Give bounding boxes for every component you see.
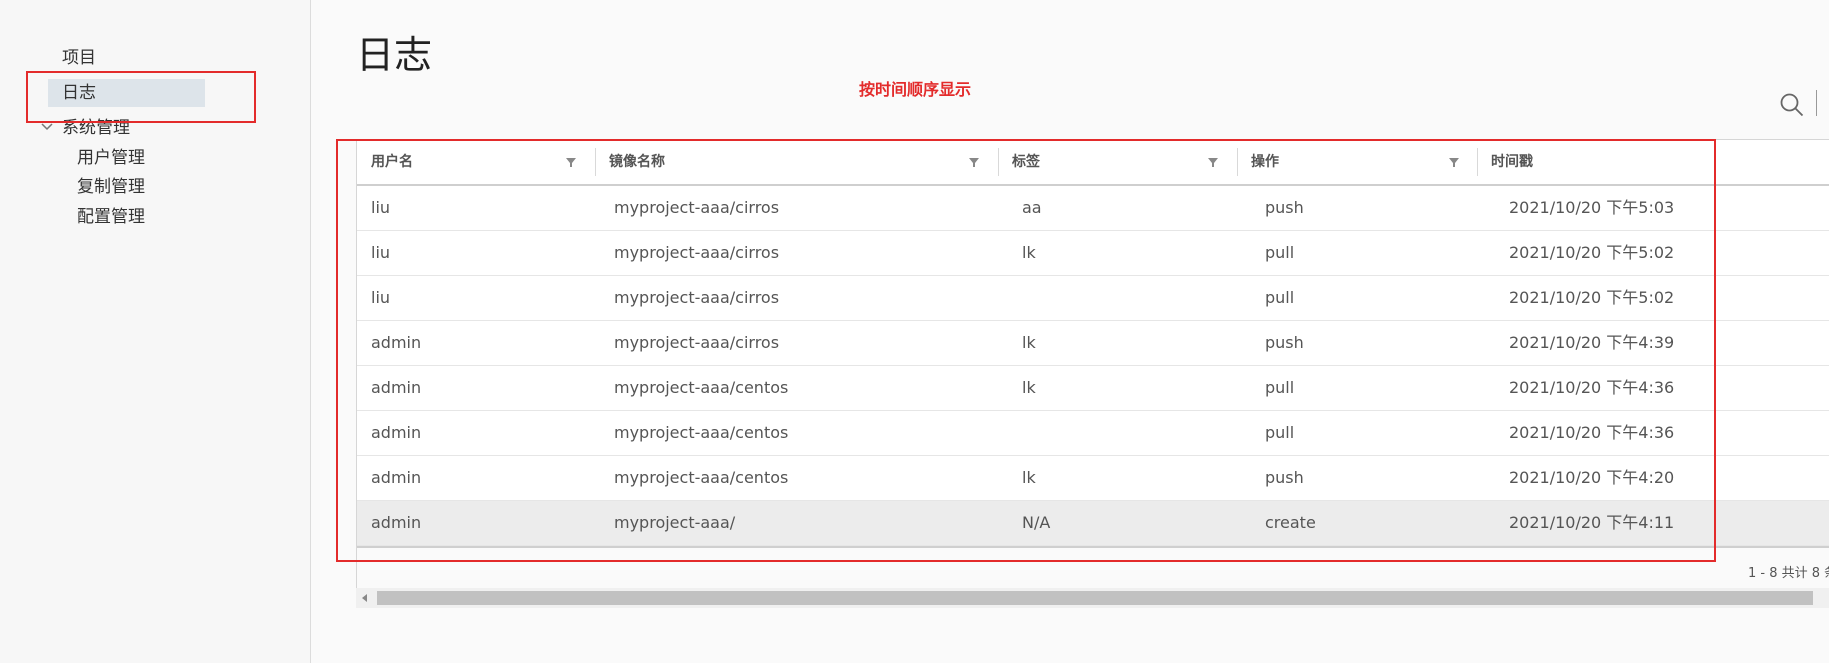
sidebar-item-system-admin[interactable]: 系统管理	[62, 114, 130, 142]
cell-username: admin	[371, 378, 422, 397]
sidebar-item-configuration-management[interactable]: 配置管理	[77, 203, 145, 231]
page-title: 日志	[356, 33, 433, 77]
pagination-text: 1 - 8 共计 8 条	[1748, 566, 1829, 581]
table-row[interactable]: liu myproject-aaa/cirros aa push 2021/10…	[357, 186, 1829, 231]
cell-operation: pull	[1265, 423, 1295, 442]
cell-tag: lk	[1022, 243, 1036, 262]
cell-repository: myproject-aaa/cirros	[614, 243, 780, 262]
annotation-text: 按时间顺序显示	[859, 80, 972, 99]
sidebar-item-projects[interactable]: 项目	[62, 44, 96, 72]
cell-username: liu	[371, 243, 391, 262]
cell-repository: myproject-aaa/	[614, 513, 736, 532]
cell-repository: myproject-aaa/cirros	[614, 333, 780, 352]
table-row[interactable]: admin myproject-aaa/centos lk pull 2021/…	[357, 366, 1829, 411]
cell-repository: myproject-aaa/centos	[614, 378, 789, 397]
cell-operation: push	[1265, 198, 1304, 217]
column-header-timestamp[interactable]: 时间戳	[1477, 140, 1829, 184]
cell-username: admin	[371, 513, 422, 532]
cell-tag: lk	[1022, 468, 1036, 487]
cell-timestamp: 2021/10/20 下午4:20	[1509, 468, 1675, 487]
table-row-selected[interactable]: admin myproject-aaa/ N/A create 2021/10/…	[357, 501, 1829, 546]
cell-timestamp: 2021/10/20 下午4:36	[1509, 378, 1675, 397]
main-content: 日志 按时间顺序显示 用户名 镜像名称 标签 操作 时间戳 liu myproj…	[311, 0, 1829, 663]
table-footer: 1 - 8 共计 8 条	[357, 546, 1829, 592]
scroll-left-arrow-icon[interactable]	[360, 593, 370, 603]
cell-tag: N/A	[1022, 513, 1051, 532]
cell-timestamp: 2021/10/20 下午4:11	[1509, 513, 1675, 532]
toolbar-divider	[1816, 90, 1817, 116]
cell-tag: lk	[1022, 378, 1036, 397]
cell-tag: lk	[1022, 333, 1036, 352]
cell-operation: push	[1265, 468, 1304, 487]
table-row[interactable]: liu myproject-aaa/cirros pull 2021/10/20…	[357, 276, 1829, 321]
cell-operation: pull	[1265, 378, 1295, 397]
horizontal-scrollbar[interactable]	[356, 588, 1829, 608]
cell-username: liu	[371, 198, 391, 217]
cell-repository: myproject-aaa/centos	[614, 468, 789, 487]
cell-username: admin	[371, 333, 422, 352]
column-header-operation[interactable]: 操作	[1237, 140, 1477, 184]
cell-timestamp: 2021/10/20 下午4:36	[1509, 423, 1675, 442]
search-icon[interactable]	[1779, 92, 1805, 118]
chevron-down-icon[interactable]	[38, 118, 56, 136]
cell-username: liu	[371, 288, 391, 307]
cell-timestamp: 2021/10/20 下午4:39	[1509, 333, 1675, 352]
filter-icon[interactable]	[1206, 155, 1220, 169]
table-row[interactable]: admin myproject-aaa/centos pull 2021/10/…	[357, 411, 1829, 456]
cell-timestamp: 2021/10/20 下午5:03	[1509, 198, 1675, 217]
filter-icon[interactable]	[967, 155, 981, 169]
column-header-repository[interactable]: 镜像名称	[595, 140, 998, 184]
sidebar-item-logs[interactable]: 日志	[48, 79, 205, 107]
table-row[interactable]: liu myproject-aaa/cirros lk pull 2021/10…	[357, 231, 1829, 276]
sidebar-item-user-management[interactable]: 用户管理	[77, 144, 145, 172]
filter-icon[interactable]	[564, 155, 578, 169]
filter-icon[interactable]	[1447, 155, 1461, 169]
cell-username: admin	[371, 468, 422, 487]
table-body: liu myproject-aaa/cirros aa push 2021/10…	[357, 186, 1829, 546]
cell-operation: pull	[1265, 243, 1295, 262]
logs-table: 用户名 镜像名称 标签 操作 时间戳 liu myproject-aaa/cir…	[356, 139, 1829, 592]
column-header-username[interactable]: 用户名	[357, 140, 595, 184]
cell-timestamp: 2021/10/20 下午5:02	[1509, 288, 1675, 307]
cell-timestamp: 2021/10/20 下午5:02	[1509, 243, 1675, 262]
cell-operation: push	[1265, 333, 1304, 352]
cell-username: admin	[371, 423, 422, 442]
cell-operation: create	[1265, 513, 1316, 532]
table-row[interactable]: admin myproject-aaa/cirros lk push 2021/…	[357, 321, 1829, 366]
cell-repository: myproject-aaa/cirros	[614, 198, 780, 217]
sidebar-item-replication-management[interactable]: 复制管理	[77, 173, 145, 201]
cell-repository: myproject-aaa/centos	[614, 423, 789, 442]
cell-tag: aa	[1022, 198, 1042, 217]
scrollbar-thumb[interactable]	[377, 591, 1813, 605]
cell-repository: myproject-aaa/cirros	[614, 288, 780, 307]
sidebar: 项目 日志 系统管理 用户管理 复制管理 配置管理	[0, 0, 311, 663]
table-row[interactable]: admin myproject-aaa/centos lk push 2021/…	[357, 456, 1829, 501]
column-header-tag[interactable]: 标签	[998, 140, 1237, 184]
cell-operation: pull	[1265, 288, 1295, 307]
table-header: 用户名 镜像名称 标签 操作 时间戳	[357, 140, 1829, 186]
